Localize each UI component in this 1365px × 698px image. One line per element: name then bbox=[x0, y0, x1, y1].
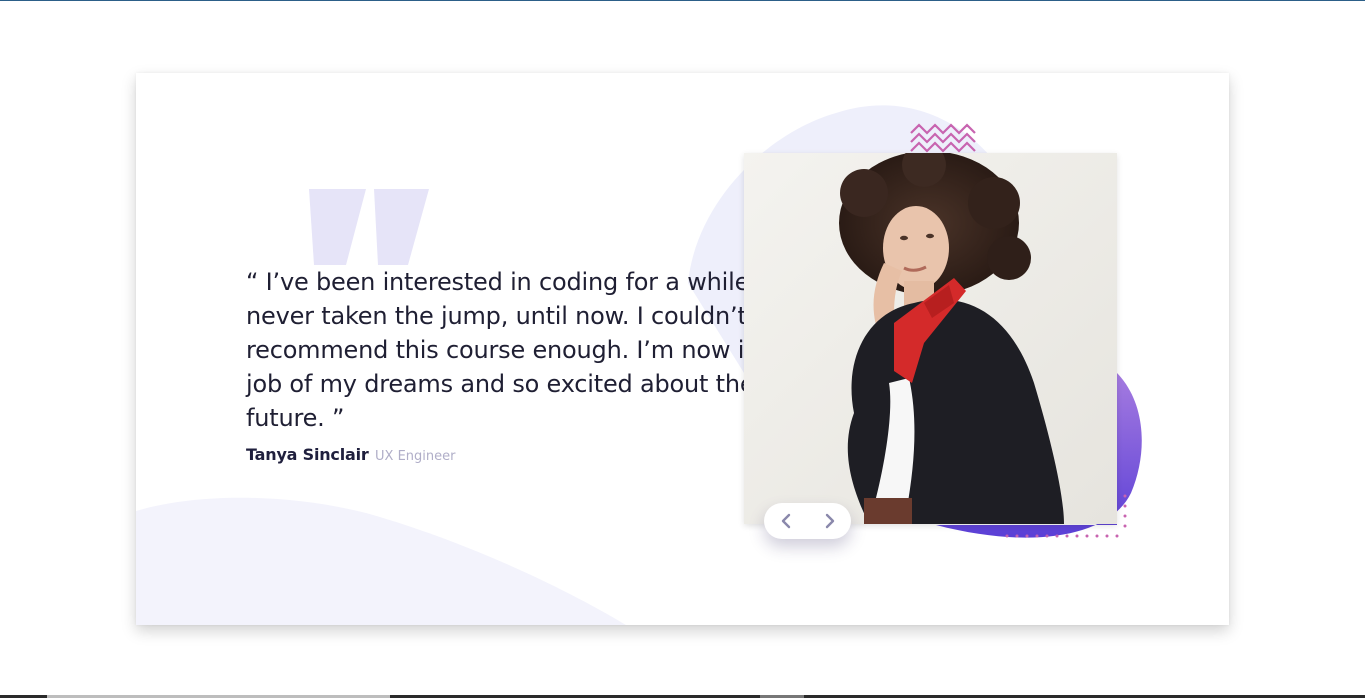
chevron-right-icon bbox=[825, 513, 835, 529]
slider-controls bbox=[764, 503, 851, 539]
testimonial-card: “ I’ve been interested in coding for a w… bbox=[136, 73, 1229, 625]
page-top-border bbox=[0, 0, 1365, 1]
quote-mark-icon-second bbox=[374, 189, 429, 265]
quote-mark-icon bbox=[309, 189, 366, 265]
chevron-left-icon bbox=[781, 513, 791, 529]
author-photo-illustration bbox=[744, 153, 1117, 524]
author-photo bbox=[744, 153, 1117, 524]
next-button[interactable] bbox=[808, 503, 851, 539]
previous-button[interactable] bbox=[764, 503, 807, 539]
testimonial-quote: “ I’ve been interested in coding for a w… bbox=[246, 268, 806, 432]
author-name: Tanya Sinclair bbox=[246, 445, 369, 464]
testimonial-author: Tanya Sinclair UX Engineer bbox=[246, 445, 455, 465]
bottom-left-curve bbox=[136, 497, 626, 625]
author-role: UX Engineer bbox=[375, 449, 456, 464]
